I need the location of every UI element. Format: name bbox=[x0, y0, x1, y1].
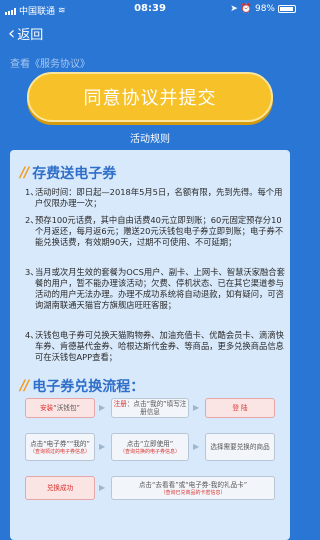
flow-step-install: 安装“沃钱包” bbox=[25, 398, 95, 418]
location-icon: ➤ bbox=[230, 4, 238, 14]
section-title-coupon: // 存费送电子券 bbox=[20, 165, 117, 182]
arrow-right-icon: ▶ bbox=[99, 442, 106, 451]
alarm-icon: ⏰ bbox=[240, 4, 252, 14]
flow-step-view: 点击“去看看”或“电子券-我的礼品卡” （查询已兑商品的卡密信息） bbox=[111, 476, 275, 500]
arrow-right-icon: ▶ bbox=[99, 403, 106, 412]
slash-decoration-icon: // bbox=[20, 378, 29, 394]
arrow-right-icon: ▶ bbox=[99, 483, 106, 492]
service-agreement-link[interactable]: 查看《服务协议》 bbox=[10, 55, 90, 70]
agree-submit-button[interactable]: 同意协议并提交 bbox=[27, 72, 273, 122]
slash-decoration-icon: // bbox=[20, 165, 29, 181]
chevron-left-icon: ‹ bbox=[8, 22, 16, 44]
arrow-right-icon: ▶ bbox=[193, 403, 200, 412]
rules-title: 活动规则 bbox=[130, 134, 170, 145]
flow-step-coupon: 点击“电子券”“我的” （查询领过的电子券信息） bbox=[25, 433, 95, 461]
nav-bar: ‹ 返回 bbox=[0, 18, 300, 50]
flow-step-choose: 选择需要兑换的商品 bbox=[205, 433, 275, 461]
status-bar: 中国联通 ≋ 08:39 ➤ ⏰ 98% bbox=[0, 0, 300, 18]
rules-card: // 存费送电子券 1、 活动时间：即日起—2018年5月5日，名额有限，先到先… bbox=[10, 150, 290, 540]
back-label: 返回 bbox=[17, 28, 44, 43]
rule-item: 3、 当月或次月生效的套餐为OCS用户、副卡、上网卡、智慧沃家融合套餐的用户，暂… bbox=[25, 267, 285, 310]
flow-step-success: 兑换成功 bbox=[25, 476, 95, 500]
flow-step-register: 注册：点击“我的”填写注册信息 bbox=[111, 398, 189, 418]
flow-step-use: 点击“立即使用” （查询兑换的电子券信息） bbox=[111, 433, 189, 461]
rule-item: 4、 沃钱包电子券可兑换天猫购物券、加油充值卡、优酷会员卡、滴滴快车券、肯德基代… bbox=[25, 330, 284, 362]
back-button[interactable]: ‹ 返回 bbox=[8, 24, 43, 43]
rule-item: 2、 预存100元话费，其中自由话费40元立即到账；60元固定预存分10个月返还… bbox=[25, 215, 284, 247]
arrow-right-icon: ▶ bbox=[193, 442, 200, 451]
battery-percent: 98% bbox=[254, 4, 275, 14]
rule-item: 1、 活动时间：即日起—2018年5月5日，名额有限，先到先得。每个用户仅限办理… bbox=[25, 187, 283, 208]
section-title-redeem: // 电子券兑换流程： bbox=[20, 378, 145, 395]
battery-icon bbox=[278, 5, 296, 13]
flow-step-login: 登 陆 bbox=[205, 398, 275, 418]
